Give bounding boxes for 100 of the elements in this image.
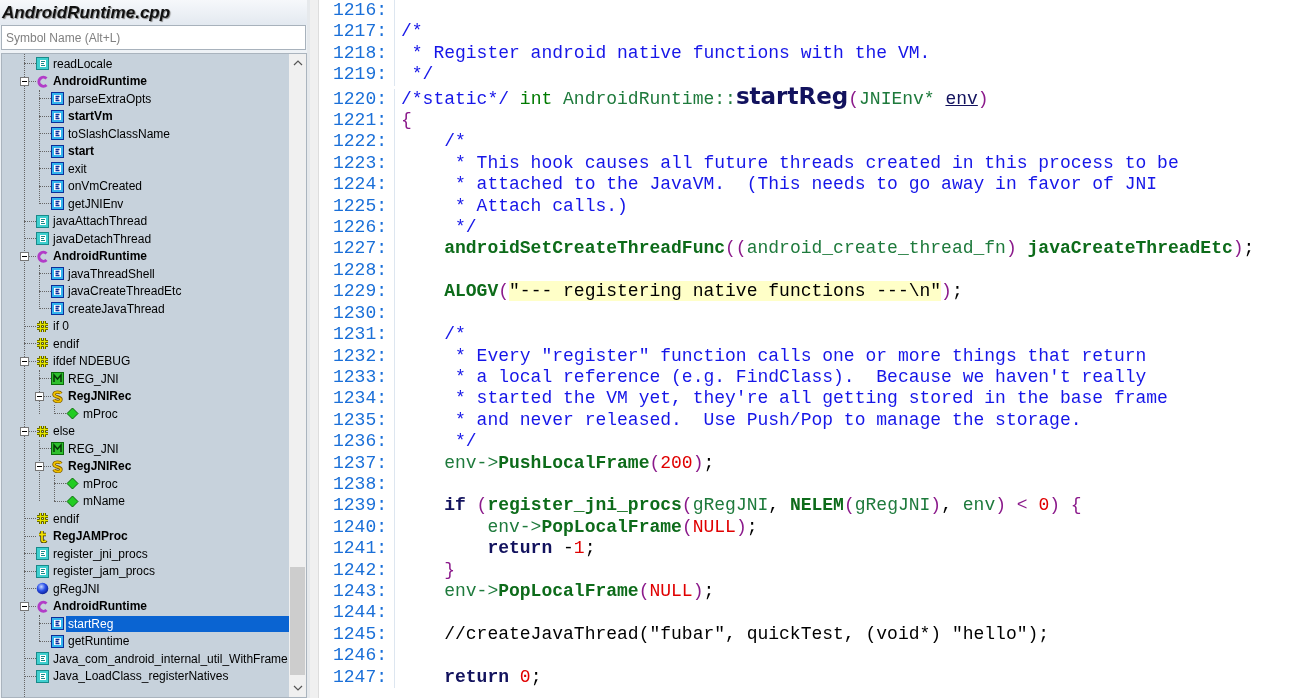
tree-item[interactable]: ifdef NDEBUG bbox=[51, 353, 133, 370]
line-number: 1244: bbox=[333, 602, 395, 624]
tree-item[interactable]: parseExtraOpts bbox=[66, 90, 154, 107]
collapse-toggle[interactable] bbox=[35, 461, 44, 471]
line-number: 1233: bbox=[333, 366, 395, 389]
collapse-toggle[interactable] bbox=[20, 76, 29, 86]
tree-item[interactable]: gRegJNI bbox=[51, 580, 102, 597]
method-icon bbox=[51, 302, 64, 316]
tree-item[interactable]: Java_LoadClass_registerNatives bbox=[51, 668, 231, 685]
tree-item[interactable]: Java_com_android_internal_util_WithFrame bbox=[51, 650, 289, 667]
tree-item[interactable]: mName bbox=[81, 493, 127, 510]
code-line: * Register android native functions with the VM. bbox=[410, 42, 931, 65]
code-line: * This hook causes all future threads created in this process to be bbox=[454, 152, 1179, 175]
line-number: 1223: bbox=[333, 152, 395, 175]
tree-item[interactable]: RegJNIRec bbox=[66, 458, 134, 475]
code-line: env->PushLocalFrame(200); bbox=[443, 452, 715, 474]
tree-item[interactable]: createJavaThread bbox=[66, 300, 167, 317]
hash-icon bbox=[36, 424, 49, 438]
method-icon bbox=[51, 109, 64, 123]
line-number: 1245: bbox=[333, 623, 395, 646]
code-line: { bbox=[401, 110, 412, 132]
line-number: 1234: bbox=[333, 388, 395, 410]
tree-item[interactable]: endif bbox=[51, 335, 82, 352]
macro-icon bbox=[51, 442, 64, 456]
tree-item[interactable]: RegJNIRec bbox=[66, 388, 134, 405]
code-line: androidSetCreateThreadFunc((android_create_thread_fn) javaCreateThreadEtc); bbox=[443, 238, 1255, 260]
tree-item[interactable]: mProc bbox=[81, 405, 120, 422]
method-icon bbox=[51, 267, 64, 281]
tree-item[interactable]: javaDetachThread bbox=[51, 230, 154, 247]
collapse-toggle[interactable] bbox=[20, 251, 29, 261]
function-icon bbox=[36, 547, 49, 561]
function-icon bbox=[36, 669, 49, 683]
tree-item[interactable]: REG_JNI bbox=[66, 370, 121, 387]
tree-item[interactable]: exit bbox=[66, 160, 89, 177]
tree-item[interactable]: RegJAMProc bbox=[51, 528, 130, 545]
collapse-toggle[interactable] bbox=[35, 391, 44, 401]
code-line: * Every "register" function calls one or more things that return bbox=[454, 345, 1147, 367]
diamond-icon bbox=[66, 494, 79, 508]
method-icon bbox=[51, 144, 64, 158]
line-number: 1230: bbox=[333, 302, 395, 325]
class-icon bbox=[36, 249, 49, 263]
line-number: 1232: bbox=[333, 345, 395, 367]
tree-item[interactable]: javaAttachThread bbox=[51, 213, 150, 230]
tree-item[interactable]: AndroidRuntime bbox=[51, 73, 149, 90]
code-line: } bbox=[443, 559, 455, 581]
line-number: 1217: bbox=[333, 21, 395, 43]
tree-item[interactable]: getJNIEnv bbox=[66, 195, 126, 212]
line-number: 1242: bbox=[333, 559, 395, 581]
line-number: 1219: bbox=[333, 64, 395, 86]
class-icon bbox=[36, 74, 49, 88]
tree-item[interactable]: start bbox=[66, 143, 96, 160]
tree-item[interactable]: javaCreateThreadEtc bbox=[66, 283, 184, 300]
tree-item[interactable]: endif bbox=[51, 510, 82, 527]
line-number: 1236: bbox=[333, 431, 395, 453]
tree-item[interactable]: REG_JNI bbox=[66, 440, 121, 457]
code-line: * a local reference (e.g. FindClass). Because we haven't really bbox=[454, 366, 1147, 389]
code-line: /* bbox=[401, 21, 423, 43]
hash-icon bbox=[36, 354, 49, 368]
line-number: 1227: bbox=[333, 238, 395, 260]
line-number: 1220: bbox=[333, 88, 395, 111]
tree-item[interactable]: getRuntime bbox=[66, 633, 132, 650]
diamond-icon bbox=[66, 477, 79, 491]
file-title: AndroidRuntime.cpp bbox=[0, 0, 307, 25]
function-icon bbox=[36, 214, 49, 228]
tree-item[interactable]: else bbox=[51, 423, 77, 440]
tree-item[interactable]: startReg bbox=[66, 615, 289, 632]
tree-item[interactable]: register_jam_procs bbox=[51, 563, 158, 580]
tree-item[interactable]: mProc bbox=[81, 475, 120, 492]
line-number: 1221: bbox=[333, 110, 395, 132]
tree-item[interactable]: startVm bbox=[66, 108, 115, 125]
function-icon bbox=[36, 652, 49, 666]
method-icon bbox=[51, 162, 64, 176]
line-number: 1216: bbox=[333, 0, 395, 22]
tree-item[interactable]: onVmCreated bbox=[66, 178, 145, 195]
method-icon bbox=[51, 179, 64, 193]
tree-item[interactable]: readLocale bbox=[51, 55, 115, 72]
code-line: * attached to the JavaVM. (This needs to go away in favor of JNI bbox=[454, 174, 1158, 196]
tree-item[interactable]: toSlashClassName bbox=[66, 125, 173, 142]
tree-item[interactable]: AndroidRuntime bbox=[51, 248, 149, 265]
method-icon bbox=[51, 92, 64, 106]
collapse-toggle[interactable] bbox=[20, 426, 29, 436]
collapse-toggle[interactable] bbox=[20, 356, 29, 366]
scroll-down-icon[interactable] bbox=[292, 685, 303, 691]
method-icon bbox=[51, 127, 64, 141]
scrollbar-thumb[interactable] bbox=[290, 567, 305, 675]
tree-item[interactable]: register_jni_procs bbox=[51, 545, 150, 562]
diamond-icon bbox=[66, 407, 79, 421]
tree-item[interactable]: AndroidRuntime bbox=[51, 598, 149, 615]
search-field[interactable]: Symbol Name (Alt+L) bbox=[1, 25, 306, 50]
tree-item[interactable]: javaThreadShell bbox=[66, 265, 157, 282]
method-icon bbox=[51, 617, 64, 631]
line-number: 1246: bbox=[333, 645, 395, 667]
line-number: 1229: bbox=[333, 281, 395, 303]
line-number: 1222: bbox=[333, 131, 395, 153]
code-line: */ bbox=[454, 217, 477, 239]
code-line: return 0; bbox=[443, 666, 542, 688]
collapse-toggle[interactable] bbox=[20, 601, 29, 611]
scrollbar[interactable] bbox=[289, 54, 306, 697]
tree-item[interactable]: if 0 bbox=[51, 318, 71, 335]
scroll-up-icon[interactable] bbox=[292, 60, 303, 66]
